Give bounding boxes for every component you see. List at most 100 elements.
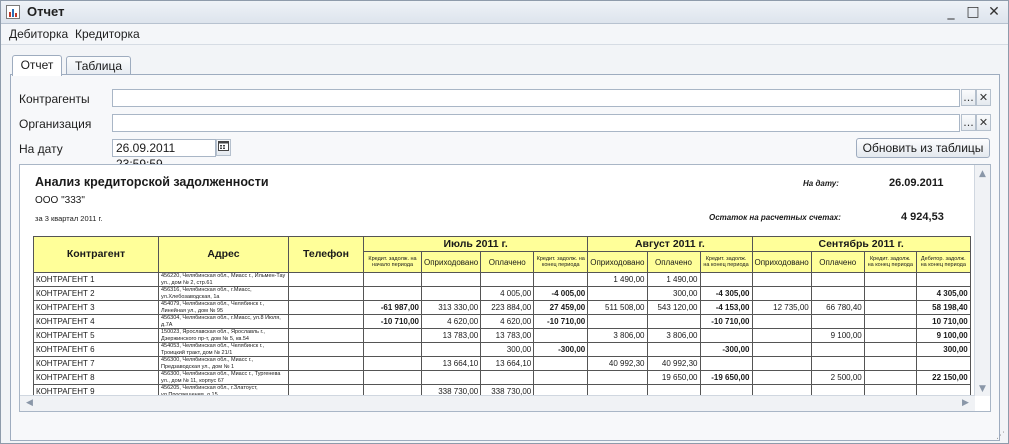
tab-report[interactable]: Отчет [12, 55, 62, 76]
menu-item-kreditorka[interactable]: Кредиторка [75, 27, 140, 41]
amount-cell[interactable]: -19 650,00 [699, 370, 753, 385]
amount-cell[interactable] [420, 342, 482, 357]
amount-cell[interactable]: 3 806,00 [646, 328, 701, 343]
amount-cell[interactable]: -4 005,00 [533, 286, 589, 301]
amount-cell[interactable] [915, 272, 971, 287]
amount-cell[interactable]: 2 500,00 [810, 370, 865, 385]
amount-cell[interactable]: 40 992,30 [646, 356, 701, 371]
amount-cell[interactable] [863, 286, 917, 301]
phone-cell[interactable] [288, 356, 364, 371]
amount-cell[interactable]: 9 100,00 [810, 328, 865, 343]
amount-cell[interactable] [363, 356, 422, 371]
amount-cell[interactable] [810, 342, 865, 357]
tab-table[interactable]: Таблица [66, 56, 131, 75]
amount-cell[interactable] [810, 314, 865, 329]
counterparty-cell[interactable]: КОНТРАГЕНТ 5 [33, 328, 159, 343]
phone-cell[interactable] [288, 370, 364, 385]
amount-cell[interactable]: 13 664,10 [480, 356, 535, 371]
table-row[interactable]: КОНТРАГЕНТ 8 456300, Челябинская обл., Ми… [33, 370, 971, 385]
amount-cell[interactable]: 313 330,00 [420, 300, 482, 315]
amount-cell[interactable] [751, 286, 812, 301]
amount-cell[interactable] [646, 314, 701, 329]
phone-cell[interactable] [288, 342, 364, 357]
table-row[interactable]: КОНТРАГЕНТ 3 454079, Челябинская обл., Че… [33, 300, 971, 315]
amount-cell[interactable] [751, 370, 812, 385]
amount-cell[interactable]: 4 620,00 [420, 314, 482, 329]
amount-cell[interactable]: 19 650,00 [646, 370, 701, 385]
address-cell[interactable]: 456304, Челябинская обл., г.Миасс, ул.8 … [158, 314, 289, 329]
amount-cell[interactable] [810, 356, 865, 371]
date-field[interactable]: 26.09.2011 23:59:59 [112, 139, 216, 171]
amount-cell[interactable] [363, 286, 422, 301]
amount-cell[interactable] [810, 272, 865, 287]
amount-cell[interactable] [863, 314, 917, 329]
vertical-scrollbar[interactable]: ▲ ▼ [974, 165, 990, 396]
table-row[interactable]: КОНТРАГЕНТ 5 150023, Ярославская обл., Яр… [33, 328, 971, 343]
phone-cell[interactable] [288, 286, 364, 301]
phone-cell[interactable] [288, 328, 364, 343]
amount-cell[interactable]: 13 664,10 [420, 356, 482, 371]
amount-cell[interactable] [751, 328, 812, 343]
phone-cell[interactable] [288, 272, 364, 287]
amount-cell[interactable]: 12 735,00 [751, 300, 812, 315]
address-cell[interactable]: 454053, Челябинская обл., Челябинск г., … [158, 342, 289, 357]
refresh-from-table-button[interactable]: Обновить из таблицы [856, 138, 990, 158]
report-spreadsheet[interactable]: Анализ кредиторской задолженности ООО "3… [19, 164, 991, 412]
counterparty-cell[interactable]: КОНТРАГЕНТ 3 [33, 300, 159, 315]
amount-cell[interactable] [480, 272, 535, 287]
amount-cell[interactable]: 27 459,00 [533, 300, 589, 315]
phone-cell[interactable] [288, 314, 364, 329]
amount-cell[interactable] [420, 370, 482, 385]
amount-cell[interactable] [810, 286, 865, 301]
amount-cell[interactable] [533, 328, 589, 343]
counterparty-cell[interactable]: КОНТРАГЕНТ 1 [33, 272, 159, 287]
amount-cell[interactable]: 1 490,00 [587, 272, 648, 287]
amount-cell[interactable] [699, 328, 753, 343]
amount-cell[interactable] [587, 370, 648, 385]
table-row[interactable]: КОНТРАГЕНТ 4 456304, Челябинская обл., г.… [33, 314, 971, 329]
address-cell[interactable]: 454079, Челябинская обл., Челябинск г., … [158, 300, 289, 315]
counterparties-clear-icon[interactable]: ✕ [976, 89, 991, 106]
counterparties-select-button[interactable]: ... [961, 89, 976, 106]
amount-cell[interactable] [863, 342, 917, 357]
amount-cell[interactable]: 4 620,00 [480, 314, 535, 329]
amount-cell[interactable] [587, 314, 648, 329]
amount-cell[interactable]: 4 305,00 [915, 286, 971, 301]
address-cell[interactable]: 456316, Челябинская обл., г.Миасс, ул.Хл… [158, 286, 289, 301]
menu-item-debitorka[interactable]: Дебиторка [9, 27, 68, 41]
organization-clear-icon[interactable]: ✕ [976, 114, 991, 131]
amount-cell[interactable]: -300,00 [699, 342, 753, 357]
amount-cell[interactable]: 223 884,00 [480, 300, 535, 315]
amount-cell[interactable]: -4 153,00 [699, 300, 753, 315]
maximize-button[interactable]: □ [964, 3, 982, 21]
amount-cell[interactable]: 40 992,30 [587, 356, 648, 371]
amount-cell[interactable]: 22 150,00 [915, 370, 971, 385]
scroll-down-icon[interactable]: ▼ [975, 384, 990, 394]
organization-select-button[interactable]: ... [961, 114, 976, 131]
amount-cell[interactable] [863, 272, 917, 287]
amount-cell[interactable]: -10 710,00 [699, 314, 753, 329]
organization-field[interactable] [112, 114, 960, 132]
amount-cell[interactable]: 300,00 [646, 286, 701, 301]
amount-cell[interactable] [751, 342, 812, 357]
table-row[interactable]: КОНТРАГЕНТ 6 454053, Челябинская обл., Че… [33, 342, 971, 357]
amount-cell[interactable]: 13 783,00 [480, 328, 535, 343]
resize-grip-icon[interactable]: ⋰ [996, 431, 1006, 441]
phone-cell[interactable] [288, 300, 364, 315]
calendar-icon[interactable] [216, 139, 231, 156]
scroll-right-icon[interactable]: ▶ [958, 398, 973, 408]
counterparty-cell[interactable]: КОНТРАГЕНТ 2 [33, 286, 159, 301]
amount-cell[interactable] [587, 286, 648, 301]
amount-cell[interactable] [363, 328, 422, 343]
amount-cell[interactable] [699, 272, 753, 287]
scroll-up-icon[interactable]: ▲ [975, 169, 990, 179]
amount-cell[interactable]: 300,00 [480, 342, 535, 357]
scroll-left-icon[interactable]: ◀ [22, 398, 37, 408]
amount-cell[interactable]: -300,00 [533, 342, 589, 357]
amount-cell[interactable]: 511 508,00 [587, 300, 648, 315]
amount-cell[interactable] [751, 272, 812, 287]
counterparties-field[interactable] [112, 89, 960, 107]
amount-cell[interactable] [480, 370, 535, 385]
amount-cell[interactable]: 66 780,40 [810, 300, 865, 315]
amount-cell[interactable] [533, 356, 589, 371]
